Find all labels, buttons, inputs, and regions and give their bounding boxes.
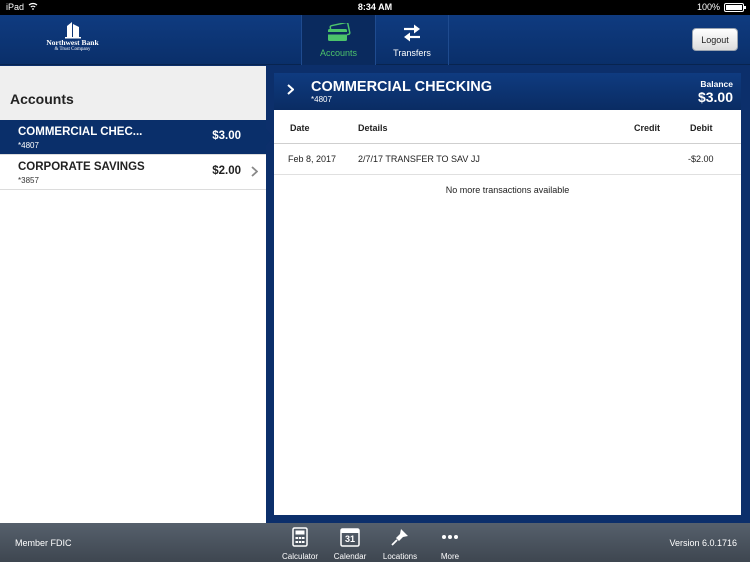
more-button[interactable]: More xyxy=(428,527,472,561)
more-dots-icon xyxy=(442,535,458,539)
account-detail-panel: COMMERCIAL CHECKING *4807 Balance $3.00 … xyxy=(274,73,741,515)
location-pin-icon xyxy=(391,529,408,546)
no-more-transactions: No more transactions available xyxy=(445,185,570,195)
detail-account-number: *4807 xyxy=(311,95,332,104)
logo-subtitle: & Trust Company xyxy=(54,47,91,52)
calendar-icon: 31 xyxy=(328,527,372,547)
accounts-panel: Accounts COMMERCIAL CHEC... *4807 $3.00 … xyxy=(0,66,273,523)
accounts-title: Accounts xyxy=(0,66,266,120)
locations-label: Locations xyxy=(382,552,418,561)
status-bar: iPad 8:34 AM 100% xyxy=(0,0,750,15)
calculator-label: Calculator xyxy=(281,552,318,561)
chevron-right-icon xyxy=(251,166,259,180)
logout-button[interactable]: Logout xyxy=(692,28,738,51)
footer-toolbar: Member FDIC Calculator 31 Calendar Locat… xyxy=(0,523,750,562)
tab-accounts-label: Accounts xyxy=(319,48,358,58)
account-number: *3857 xyxy=(18,176,39,185)
balance-value: $3.00 xyxy=(697,89,733,105)
tab-accounts[interactable]: Accounts xyxy=(301,15,375,65)
table-row[interactable]: Feb 8, 2017 2/7/17 TRANSFER TO SAV JJ -$… xyxy=(274,144,741,175)
column-debit: Debit xyxy=(690,123,713,133)
account-name: CORPORATE SAVINGS xyxy=(18,161,145,173)
calendar-button[interactable]: 31 Calendar xyxy=(328,527,372,561)
transaction-debit: -$2.00 xyxy=(688,154,714,164)
version-text: Version 6.0.1716 xyxy=(669,538,737,548)
account-balance: $3.00 xyxy=(212,130,241,142)
account-name: COMMERCIAL CHEC... xyxy=(18,126,143,138)
account-balance: $2.00 xyxy=(212,165,241,177)
calendar-day: 31 xyxy=(344,534,355,544)
account-item-corporate-savings[interactable]: CORPORATE SAVINGS *3857 $2.00 xyxy=(0,155,266,190)
tab-transfers-label: Transfers xyxy=(393,48,431,58)
column-details: Details xyxy=(358,123,388,133)
transaction-details: 2/7/17 TRANSFER TO SAV JJ xyxy=(358,154,480,164)
chevron-right-icon xyxy=(287,84,295,98)
app-header: Northwest Bank & Trust Company Accounts … xyxy=(0,15,750,65)
transactions-header: Date Details Credit Debit xyxy=(274,110,741,144)
battery-icon xyxy=(724,2,746,12)
status-time: 8:34 AM xyxy=(357,2,393,12)
member-fdic-text: Member FDIC xyxy=(15,538,72,548)
account-detail-header[interactable]: COMMERCIAL CHECKING *4807 Balance $3.00 xyxy=(274,73,741,110)
tab-transfers[interactable]: Transfers xyxy=(375,15,449,65)
calculator-button[interactable]: Calculator xyxy=(278,527,322,561)
logo-name: Northwest Bank xyxy=(46,38,99,47)
account-item-commercial-checking[interactable]: COMMERCIAL CHEC... *4807 $3.00 xyxy=(0,120,273,155)
locations-button[interactable]: Locations xyxy=(378,527,422,561)
transaction-date: Feb 8, 2017 xyxy=(288,154,337,164)
building-icon xyxy=(64,22,81,39)
more-label: More xyxy=(440,552,460,561)
calculator-icon xyxy=(292,527,308,547)
detail-account-name: COMMERCIAL CHECKING xyxy=(311,79,492,95)
column-credit: Credit xyxy=(634,123,661,133)
credit-cards-icon xyxy=(327,23,351,41)
calendar-label: Calendar xyxy=(333,552,367,561)
column-date: Date xyxy=(290,123,310,133)
bank-logo[interactable]: Northwest Bank & Trust Company xyxy=(40,21,105,61)
balance-label: Balance xyxy=(700,79,733,89)
swap-arrows-icon xyxy=(404,24,420,42)
battery-percent: 100% xyxy=(696,2,720,12)
account-number: *4807 xyxy=(18,141,39,150)
